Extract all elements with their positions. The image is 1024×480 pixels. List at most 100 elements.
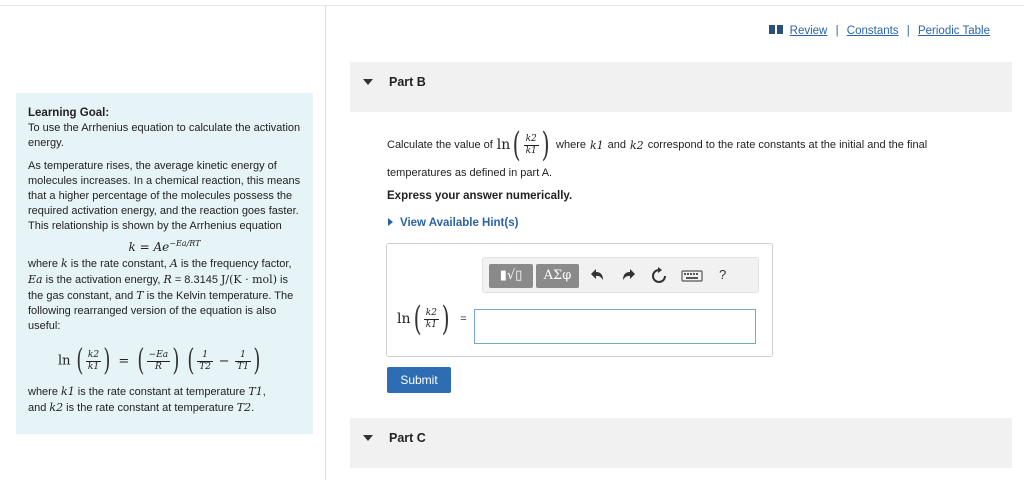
text: is the frequency factor, [177, 258, 292, 270]
frac-num: k2 [423, 307, 439, 320]
templates-button[interactable]: ▮√▯ [489, 264, 533, 288]
fraction-k2-k1: k2 k1 [523, 133, 539, 157]
var-k: k [61, 257, 68, 270]
fraction-k2-k1: k2 k1 [423, 307, 439, 331]
redo-icon[interactable] [619, 266, 639, 286]
var-Ea: Ea [28, 273, 43, 286]
minus-sign: − [218, 353, 230, 369]
question-line-1: Calculate the value of ln (k2 k1) where k… [387, 128, 997, 162]
part-b-header[interactable]: Part B [350, 62, 1012, 112]
text: . [251, 402, 255, 414]
goal-title: Learning Goal: [28, 107, 110, 119]
answer-label: ln (k2 k1) = [397, 302, 467, 336]
part-c-header[interactable]: Part C [350, 418, 1012, 468]
submit-button[interactable]: Submit [387, 367, 451, 393]
paren-open: ( [76, 343, 84, 378]
text: is the rate constant, [67, 258, 170, 270]
var-k2: k2 [49, 401, 64, 414]
frac-num: 1 [235, 350, 251, 362]
book-icon [769, 25, 784, 34]
text: where [28, 258, 62, 270]
collapse-triangle-icon[interactable] [363, 435, 373, 441]
question-line-2: temperatures as defined in part A. [387, 167, 553, 179]
goal-paragraph-3: where k1 is the rate constant at tempera… [28, 384, 301, 416]
text: is the rate constant at temperature [63, 402, 237, 414]
paren-open: ( [137, 343, 145, 378]
paren-close: ) [253, 343, 261, 378]
fraction-1-T2: 1 T2 [197, 350, 213, 373]
question-text: Calculate the value of [387, 138, 493, 151]
link-separator: | [835, 25, 839, 37]
frac-num: −Ea [146, 349, 171, 362]
frac-den: k1 [425, 319, 437, 330]
equals-sign: = [460, 313, 467, 325]
var-A: A [169, 257, 178, 270]
ln-symbol: ln [58, 353, 71, 369]
greek-symbols-button[interactable]: ΑΣφ [536, 264, 579, 288]
expand-triangle-icon [388, 218, 393, 226]
link-separator: | [906, 25, 910, 37]
periodic-table-link[interactable]: Periodic Table [918, 25, 990, 37]
goal-paragraph-2: where k is the rate constant, A is the f… [28, 256, 301, 334]
arrhenius-exponent: −Ea/RT [169, 239, 201, 248]
ln-symbol: ln [397, 311, 411, 327]
var-R: R [163, 273, 172, 286]
frac-num: 1 [197, 350, 213, 362]
top-border [0, 5, 1024, 6]
arrhenius-lhs: k = Ae [128, 240, 170, 254]
text: , [262, 386, 266, 398]
hint-label: View Available Hint(s) [400, 217, 519, 229]
var-T1: T1 [248, 385, 263, 398]
part-b-question: Calculate the value of ln (k2 k1) where k… [387, 128, 997, 204]
panel-divider [325, 6, 326, 480]
paren-open: ( [413, 299, 422, 339]
question-text: where [556, 138, 586, 151]
reset-icon[interactable] [649, 266, 669, 286]
answer-area: ▮√▯ ΑΣφ ? ln (k2 k1) = [386, 243, 773, 357]
frac-den: k1 [87, 361, 100, 372]
var-k2: k2 [630, 138, 644, 152]
arrhenius-equation: k = Ae−Ea/RT [28, 236, 301, 255]
fraction-k2-k1: k2 k1 [85, 349, 102, 373]
view-hints-link[interactable]: View Available Hint(s) [388, 217, 518, 229]
review-link[interactable]: Review [790, 25, 828, 37]
answer-instruction: Express your answer numerically. [387, 190, 573, 202]
undo-icon[interactable] [587, 266, 607, 286]
goal-paragraph-1: As temperature rises, the average kineti… [28, 160, 301, 232]
frac-den: k1 [525, 145, 537, 156]
ln-symbol: ln [496, 136, 511, 153]
learning-goal-panel: Learning Goal: To use the Arrhenius equa… [16, 93, 313, 434]
frac-den: R [155, 361, 162, 372]
paren-open: ( [187, 343, 195, 378]
paren-close: ) [541, 125, 550, 165]
part-b-label: Part B [389, 75, 426, 89]
var-T: T [136, 289, 144, 302]
paren-close: ) [172, 343, 180, 378]
text: = 8.3145 [171, 274, 218, 286]
keyboard-icon[interactable] [681, 266, 703, 286]
rearranged-equation: ln (k2 k1) = (−Ea R) (1 T2 − 1 T1) [58, 346, 301, 376]
frac-num: k2 [85, 349, 102, 362]
constants-link[interactable]: Constants [847, 25, 899, 37]
fraction-1-T1: 1 T1 [235, 350, 251, 373]
resource-links: Review | Constants | Periodic Table [769, 25, 990, 37]
paren-open: ( [512, 125, 521, 165]
collapse-triangle-icon[interactable] [363, 79, 373, 85]
text: and [28, 402, 50, 414]
frac-den: T2 [199, 361, 211, 372]
var-k1: k1 [589, 138, 604, 152]
var-T2: T2 [236, 401, 252, 414]
help-button[interactable]: ? [719, 267, 726, 282]
equals-sign: = [118, 353, 130, 369]
part-c-label: Part C [389, 431, 426, 445]
text: is the rate constant at temperature [74, 386, 249, 398]
text: where [28, 386, 62, 398]
paren-close: ) [441, 299, 450, 339]
answer-input[interactable] [474, 309, 756, 344]
frac-num: k2 [523, 133, 539, 146]
question-text: and [607, 138, 627, 151]
fraction-negEa-R: −Ea R [146, 349, 171, 373]
gas-constant-units: J/(K · mol) [221, 273, 277, 286]
var-k1: k1 [61, 385, 75, 398]
goal-intro: To use the Arrhenius equation to calcula… [28, 122, 301, 149]
